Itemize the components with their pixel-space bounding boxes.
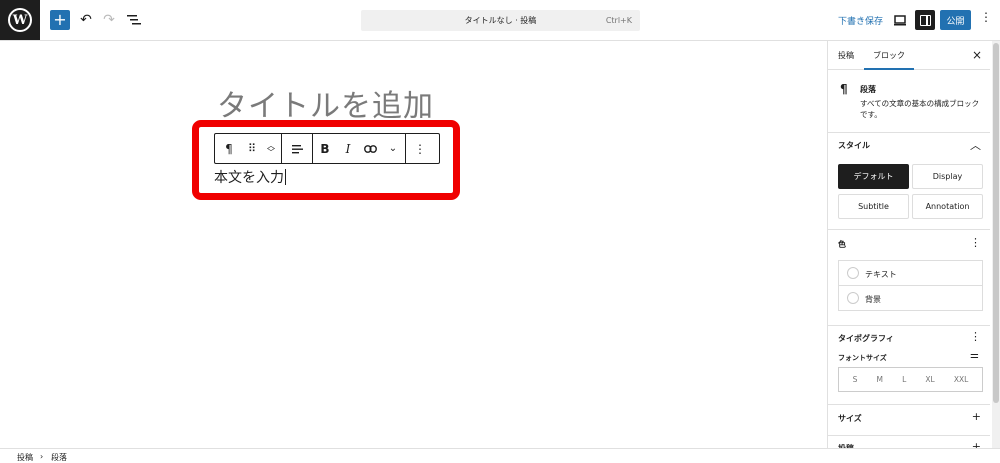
align-left-icon: [292, 144, 303, 153]
font-size-m[interactable]: M: [876, 375, 882, 384]
divider: [828, 435, 990, 436]
paragraph-icon: ¶: [840, 82, 848, 96]
color-item-label: 背景: [865, 295, 881, 304]
color-options-button[interactable]: ⋮: [970, 236, 981, 249]
typography-heading: タイポグラフィ: [838, 334, 894, 343]
style-option-display[interactable]: Display: [912, 164, 983, 189]
italic-button[interactable]: I: [337, 134, 359, 163]
chevron-up-icon: ︿: [970, 139, 981, 152]
settings-toggle-button[interactable]: [915, 10, 935, 30]
tab-block[interactable]: ブロック: [873, 50, 905, 61]
divider: [828, 229, 990, 230]
options-group: ⋮: [406, 134, 434, 163]
tab-post[interactable]: 投稿: [838, 50, 854, 61]
color-item-background[interactable]: 背景: [839, 286, 982, 311]
size-heading: サイズ: [838, 414, 862, 423]
post-title-input[interactable]: タイトルを追加: [217, 81, 434, 125]
size-panel-header[interactable]: サイズ +: [828, 408, 990, 428]
desktop-preview-icon: [894, 15, 906, 26]
editor-canvas[interactable]: タイトルを追加 ¶ ⠿ ︿ ﹀ B I ⌄ ⋮ 本文を入力: [0, 41, 827, 448]
save-draft-button[interactable]: 下書き保存: [838, 14, 883, 27]
paragraph-block-icon[interactable]: ¶: [215, 134, 243, 163]
alignment-group: [282, 134, 313, 163]
typography-options-button[interactable]: ⋮: [970, 330, 981, 343]
sidebar-icon: [919, 14, 931, 26]
format-group: B I ⌄: [313, 134, 406, 163]
custom-size-settings-icon[interactable]: ⚌: [970, 350, 979, 361]
list-view-button[interactable]: [125, 10, 143, 30]
block-switcher-group: ¶ ⠿ ︿ ﹀: [215, 134, 282, 163]
color-heading: 色: [838, 240, 846, 249]
style-option-annotation[interactable]: Annotation: [912, 194, 983, 219]
typography-panel-header: タイポグラフィ ⋮: [828, 328, 990, 348]
bold-button[interactable]: B: [313, 134, 337, 163]
editor-header: W + ↶ ↷ タイトルなし · 投稿 Ctrl+K 下書き保存 公開 ⋮: [0, 0, 1000, 41]
active-tab-indicator: [864, 68, 914, 70]
options-menu-button[interactable]: ⋮: [980, 11, 992, 23]
sidebar-scrollbar[interactable]: [992, 41, 1000, 448]
text-caret: [285, 169, 286, 185]
breadcrumb-post[interactable]: 投稿: [17, 452, 33, 463]
close-sidebar-button[interactable]: ×: [972, 48, 982, 62]
document-title: タイトルなし · 投稿: [464, 16, 537, 25]
preview-button[interactable]: [893, 12, 907, 26]
block-description: すべての文章の基本の構成ブロックです。: [860, 99, 980, 119]
settings-sidebar: 投稿 ブロック × ¶ 段落 すべての文章の基本の構成ブロックです。 スタイル …: [827, 41, 1000, 448]
font-size-l[interactable]: L: [902, 375, 906, 384]
breadcrumb-separator: ›: [40, 452, 44, 461]
color-swatch-icon: [847, 292, 859, 304]
scrollbar-thumb[interactable]: [993, 43, 999, 403]
divider: [828, 325, 990, 326]
link-button[interactable]: [359, 134, 381, 163]
drag-handle-icon[interactable]: ⠿: [243, 134, 261, 163]
font-size-label: フォントサイズ: [838, 354, 887, 362]
style-option-subtitle[interactable]: Subtitle: [838, 194, 909, 219]
sidebar-tabs: 投稿 ブロック ×: [828, 41, 990, 70]
color-list: テキスト 背景: [838, 260, 983, 311]
align-left-button[interactable]: [282, 134, 312, 163]
color-item-label: テキスト: [865, 270, 897, 279]
move-up-down-icon[interactable]: ︿ ﹀: [261, 134, 281, 163]
block-toolbar: ¶ ⠿ ︿ ﹀ B I ⌄ ⋮: [214, 133, 440, 164]
redo-button[interactable]: ↷: [101, 10, 117, 30]
breadcrumb: 投稿 › 段落: [0, 448, 1000, 463]
style-panel-header[interactable]: スタイル ︿: [828, 135, 990, 155]
next-panel-header[interactable]: 投稿 +: [828, 438, 990, 448]
undo-button[interactable]: ↶: [78, 10, 94, 30]
color-item-text[interactable]: テキスト: [839, 261, 982, 286]
wordpress-logo-icon: W: [8, 8, 32, 32]
paragraph-placeholder: 本文を入力: [214, 170, 284, 186]
plus-icon: +: [971, 440, 981, 448]
block-inserter-button[interactable]: +: [50, 10, 70, 30]
plus-icon: +: [971, 410, 981, 423]
style-option-default[interactable]: デフォルト: [838, 164, 909, 189]
more-formats-chevron-icon[interactable]: ⌄: [381, 134, 405, 163]
publish-button[interactable]: 公開: [940, 10, 971, 30]
divider: [828, 404, 990, 405]
command-shortcut: Ctrl+K: [605, 16, 632, 25]
paragraph-input[interactable]: 本文を入力: [214, 167, 440, 187]
font-size-s[interactable]: S: [853, 375, 858, 384]
color-panel-header: 色 ⋮: [828, 234, 990, 254]
block-card: ¶ 段落 すべての文章の基本の構成ブロックです。: [828, 71, 990, 133]
wordpress-logo-button[interactable]: W: [0, 0, 40, 40]
style-heading: スタイル: [838, 141, 870, 150]
command-palette-bar[interactable]: タイトルなし · 投稿 Ctrl+K: [361, 10, 640, 31]
breadcrumb-paragraph[interactable]: 段落: [51, 452, 67, 463]
list-view-icon: [127, 15, 141, 25]
block-options-button[interactable]: ⋮: [406, 134, 434, 163]
font-size-xl[interactable]: XL: [925, 375, 934, 384]
block-name: 段落: [860, 85, 876, 94]
font-size-xxl[interactable]: XXL: [954, 375, 968, 384]
font-size-picker: S M L XL XXL: [838, 367, 983, 392]
link-icon: [363, 144, 377, 153]
color-swatch-icon: [847, 267, 859, 279]
